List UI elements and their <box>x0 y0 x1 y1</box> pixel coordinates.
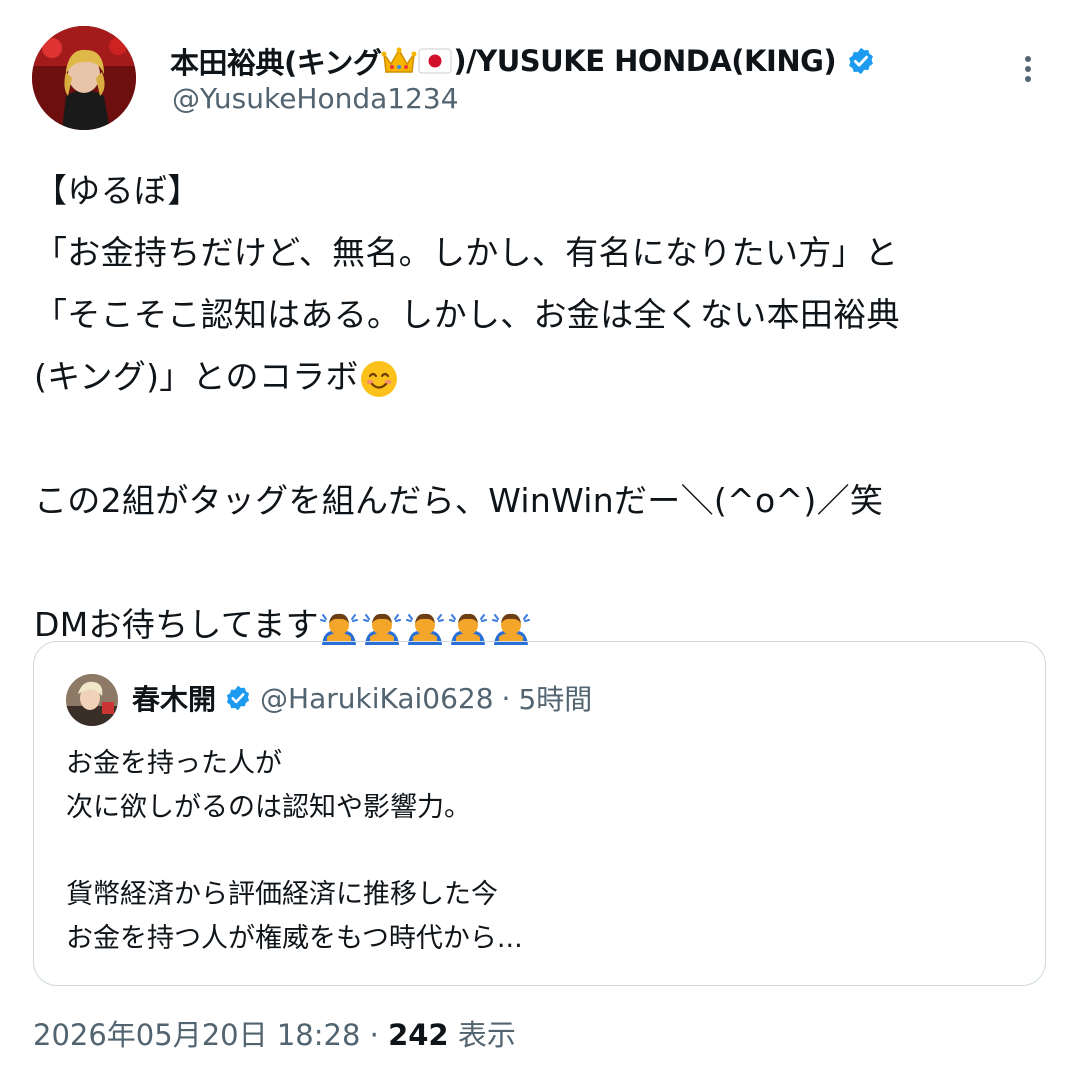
more-options-icon[interactable] <box>1018 52 1038 88</box>
views-label: 表示 <box>457 1018 516 1052</box>
tweet-line-with-emoji: (キング)」とのコラボ <box>34 346 1044 408</box>
smiling-face-emoji <box>360 360 397 397</box>
tweet-line: 【ゆるぼ】 <box>34 171 201 210</box>
tweet-line: 「お金持ちだけど、無名。しかし、有名になりたい方」と <box>34 233 899 272</box>
quoted-line: お金を持つ人が権威をもつ時代から... <box>66 923 523 954</box>
tweet-line: この2組がタッグを組んだら、WinWinだー＼(^o^)／笑 <box>34 481 884 520</box>
quoted-tweet-card[interactable]: 春木開 @HarukiKai0628 · 5時間 お金を持った人が 次に欲しがる… <box>33 641 1046 986</box>
quoted-line: お金を持った人が <box>66 748 282 779</box>
author-avatar[interactable] <box>32 26 136 130</box>
tweet-line-text: DMお待ちしてます <box>34 605 319 644</box>
verified-badge-icon <box>849 47 874 75</box>
author-display-name-start: 本田裕典(キング <box>170 46 382 80</box>
meta-separator: · <box>369 1018 379 1052</box>
verified-badge-icon <box>226 685 250 711</box>
tweet-line: 「そこそこ認知はある。しかし、お金は全くない本田裕典 <box>34 295 900 334</box>
author-handle[interactable]: @YusukeHonda1234 <box>172 82 459 115</box>
author-avatar-image <box>32 26 136 130</box>
quoted-handle[interactable]: @HarukiKai0628 <box>260 682 494 715</box>
quoted-header: 春木開 @HarukiKai0628 · 5時間 <box>132 678 592 718</box>
tweet-timestamp[interactable]: 2026年05月20日 18:28 <box>33 1018 360 1052</box>
views-count: 242 <box>388 1018 449 1052</box>
crown-emoji <box>381 47 417 73</box>
quoted-display-name[interactable]: 春木開 <box>132 678 216 718</box>
quoted-timestamp[interactable]: 5時間 <box>518 678 592 718</box>
japan-flag-emoji <box>418 48 452 74</box>
tweet-line-text: (キング)」とのコラボ <box>34 357 359 396</box>
author-display-name-end: )/YUSUKE HONDA(KING) <box>453 44 837 78</box>
quoted-author-avatar-image <box>66 674 118 726</box>
bowing-emoji-group <box>319 605 534 645</box>
quoted-author-avatar[interactable] <box>66 674 118 726</box>
tweet-text: 【ゆるぼ】 「お金持ちだけど、無名。しかし、有名になりたい方」と 「そこそこ認知… <box>34 160 1044 656</box>
quoted-separator: · <box>501 681 511 715</box>
quoted-line: 次に欲しがるのは認知や影響力。 <box>66 792 471 823</box>
tweet-meta: 2026年05月20日 18:28 · 242 表示 <box>33 1012 516 1054</box>
quoted-text: お金を持った人が 次に欲しがるのは認知や影響力。 貨幣経済から評価経済に推移した… <box>66 742 523 961</box>
author-name-row[interactable]: 本田裕典(キング )/YUSUKE HONDA(KING) <box>170 40 876 82</box>
quoted-line: 貨幣経済から評価経済に推移した今 <box>66 879 498 910</box>
